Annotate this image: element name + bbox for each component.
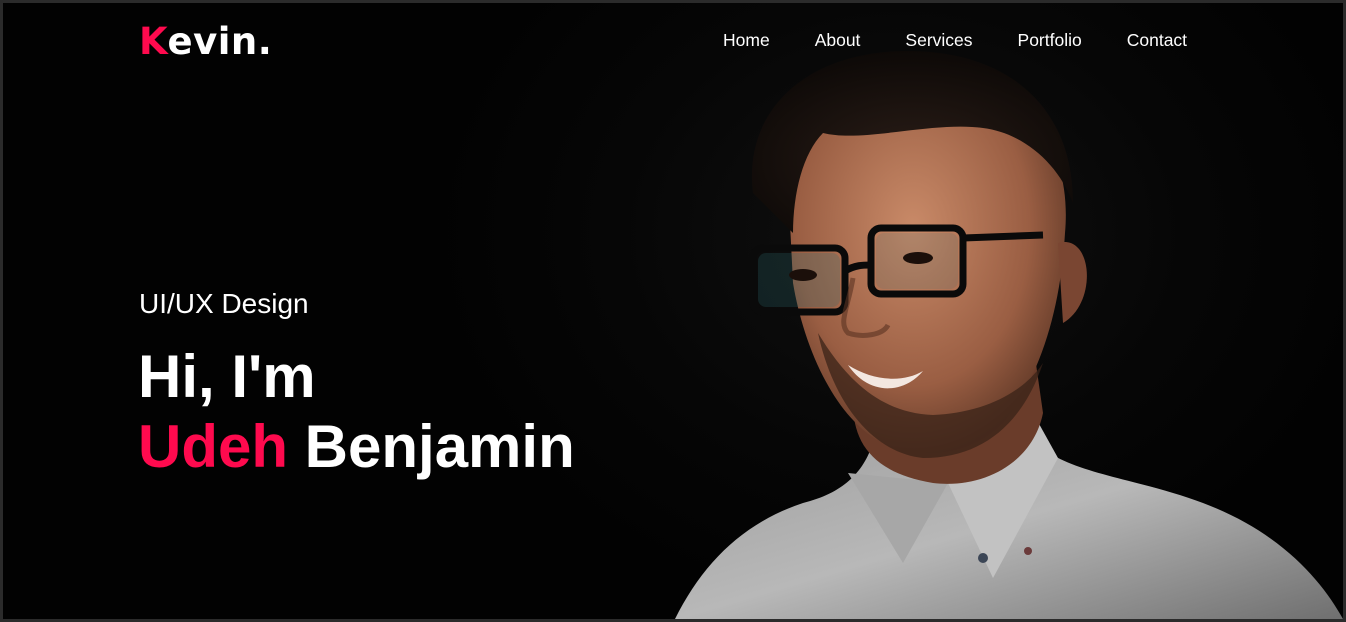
nav-about[interactable]: About bbox=[815, 30, 861, 51]
nav-contact[interactable]: Contact bbox=[1127, 30, 1187, 51]
hero-first-name: Udeh bbox=[138, 413, 288, 480]
hero-headline: Hi, I'm Udeh Benjamin bbox=[138, 342, 575, 482]
nav-portfolio[interactable]: Portfolio bbox=[1018, 30, 1082, 51]
hero-subtitle: UI/UX Design bbox=[139, 288, 309, 319]
hero-name: Udeh Benjamin bbox=[138, 412, 575, 482]
hero-last-name: Benjamin bbox=[304, 413, 575, 480]
main-nav: Home About Services Portfolio Contact bbox=[723, 30, 1187, 51]
hero-section: Kevin. Home About Services Portfolio Con… bbox=[3, 3, 1343, 619]
brand-logo-initial: K bbox=[139, 20, 168, 63]
portrait-photo bbox=[675, 50, 1343, 619]
brand-logo[interactable]: Kevin. bbox=[139, 20, 272, 63]
hero-greeting: Hi, I'm bbox=[138, 343, 316, 410]
nav-home[interactable]: Home bbox=[723, 30, 770, 51]
brand-logo-text: evin. bbox=[167, 20, 273, 63]
nav-services[interactable]: Services bbox=[905, 30, 972, 51]
